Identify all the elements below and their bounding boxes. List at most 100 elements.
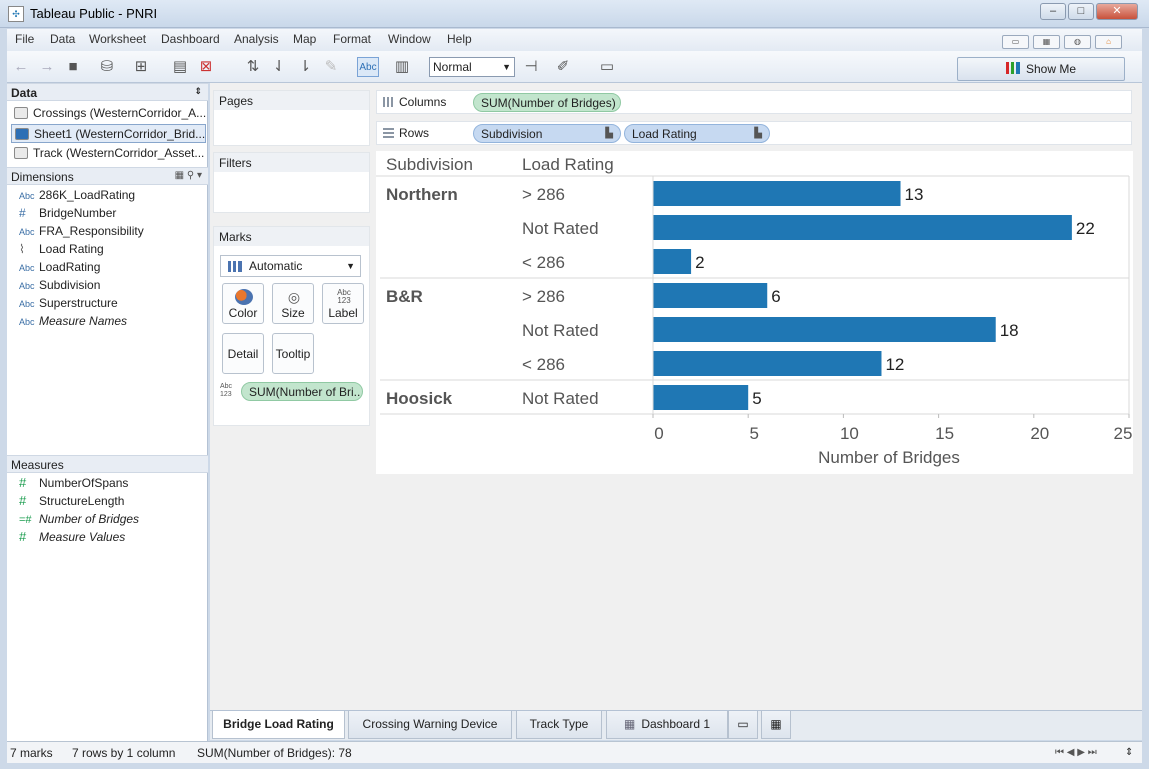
new-worksheet-icon[interactable]: ⊞: [131, 57, 151, 77]
detail-button[interactable]: Detail: [222, 333, 264, 374]
sort-icon[interactable]: ⇕: [194, 86, 202, 97]
pin-axis-icon[interactable]: ⊣: [521, 57, 541, 77]
sheet-navigation-icons[interactable]: ⏮ ◀ ▶ ⏭: [1055, 743, 1097, 763]
menu-analysis[interactable]: Analysis: [234, 32, 279, 46]
menu-dashboard[interactable]: Dashboard: [161, 32, 220, 46]
data-source-label: Crossings (WesternCorridor_A...: [33, 106, 206, 120]
dimensions-label: Dimensions: [11, 170, 74, 184]
field-label: Load Rating: [39, 242, 104, 256]
pages-card[interactable]: Pages: [213, 90, 370, 146]
data-source-sheet1[interactable]: Sheet1 (WesternCorridor_Brid...: [11, 124, 206, 143]
tab-crossing-warning-device[interactable]: Crossing Warning Device: [348, 711, 512, 739]
tooltip-button[interactable]: Tooltip: [272, 333, 314, 374]
sort-descending-icon[interactable]: ⇂: [295, 57, 315, 77]
fit-bars-icon[interactable]: ▥: [392, 57, 412, 77]
minimize-button[interactable]: –: [1040, 3, 1066, 20]
home-icon[interactable]: ⌂: [1095, 35, 1122, 49]
pill-label: Load Rating: [632, 127, 697, 141]
field-measure-values[interactable]: # Measure Values: [19, 529, 125, 545]
mark-type-select[interactable]: Automatic ▼: [220, 255, 361, 277]
menu-map[interactable]: Map: [293, 32, 316, 46]
fit-select[interactable]: Normal ▼: [429, 57, 515, 77]
menu-help[interactable]: Help: [447, 32, 472, 46]
sheet-sorter-icon[interactable]: ▦: [1033, 35, 1060, 49]
forward-icon[interactable]: →: [37, 57, 57, 77]
status-marks: 7 marks: [10, 746, 53, 760]
tab-track-type[interactable]: Track Type: [516, 711, 602, 739]
save-icon[interactable]: ■: [63, 57, 83, 77]
menu-data[interactable]: Data: [50, 32, 75, 46]
new-worksheet-tab-icon[interactable]: ▭: [728, 711, 758, 739]
annotate-pen-icon[interactable]: ✐: [553, 57, 573, 77]
columns-shelf[interactable]: Columns SUM(Number of Bridges): [376, 90, 1132, 114]
label-measure-pill[interactable]: SUM(Number of Bri..: [241, 382, 363, 401]
title-bar: ✣ Tableau Public - PNRI – □ ✕: [0, 0, 1149, 28]
menu-format[interactable]: Format: [333, 32, 371, 46]
status-bar: 7 marks 7 rows by 1 column SUM(Number of…: [7, 741, 1142, 763]
x-axis-tick-label: 10: [840, 424, 859, 443]
status-sum: SUM(Number of Bridges): 78: [197, 746, 352, 760]
database-icon[interactable]: ⛁: [97, 57, 117, 77]
field-loadrating[interactable]: Abc LoadRating: [19, 259, 100, 276]
measures-header: Measures: [7, 455, 208, 473]
columns-measure-pill[interactable]: SUM(Number of Bridges): [473, 93, 621, 112]
close-button[interactable]: ✕: [1096, 3, 1138, 20]
text-label-icon: Abc 123: [337, 288, 351, 305]
menu-worksheet[interactable]: Worksheet: [89, 32, 146, 46]
highlight-icon[interactable]: ✎: [321, 57, 341, 77]
x-axis-tick-label: 5: [749, 424, 758, 443]
bar-value-label: 5: [752, 389, 761, 408]
label-button[interactable]: Abc 123 Label: [322, 283, 364, 324]
field-bridgenumber[interactable]: # BridgeNumber: [19, 205, 116, 221]
size-icon: ◎: [287, 289, 301, 305]
field-load-rating-group[interactable]: ⌇ Load Rating: [19, 241, 104, 257]
show-me-button[interactable]: Show Me: [957, 57, 1125, 81]
presentation-icon[interactable]: ▭: [597, 57, 617, 77]
field-286k-loadrating[interactable]: Abc 286K_LoadRating: [19, 187, 135, 204]
status-rows: 7 rows by 1 column: [72, 746, 176, 760]
rows-shelf[interactable]: Rows Subdivision ▙ Load Rating ▙: [376, 121, 1132, 145]
field-numberofspans[interactable]: # NumberOfSpans: [19, 475, 128, 491]
maximize-button[interactable]: □: [1068, 3, 1094, 20]
size-button[interactable]: ◎ Size: [272, 283, 314, 324]
size-label: Size: [281, 306, 305, 320]
rows-icon: [383, 128, 394, 138]
data-source-track[interactable]: Track (WesternCorridor_Asset...: [11, 144, 206, 163]
tab-dashboard-1[interactable]: ▦ Dashboard 1: [606, 711, 728, 739]
menu-file[interactable]: File: [15, 32, 34, 46]
field-subdivision[interactable]: Abc Subdivision: [19, 277, 100, 294]
field-superstructure[interactable]: Abc Superstructure: [19, 295, 118, 312]
subdivision-label: Hoosick: [386, 389, 453, 408]
color-button[interactable]: Color: [222, 283, 264, 324]
back-icon[interactable]: ←: [11, 57, 31, 77]
field-label: Number of Bridges: [39, 512, 140, 526]
show-mark-labels-button[interactable]: Abc: [357, 57, 379, 77]
menu-window[interactable]: Window: [388, 32, 431, 46]
duplicate-sheet-icon[interactable]: ▤: [170, 57, 190, 77]
dimension-tools-icons[interactable]: ▦ ⚲ ▾: [175, 170, 202, 181]
swap-rows-columns-icon[interactable]: ⇅: [243, 57, 263, 77]
start-page-icon[interactable]: ▭: [1002, 35, 1029, 49]
load-rating-label: Not Rated: [522, 389, 599, 408]
x-axis-tick-label: 25: [1114, 424, 1133, 443]
data-source-icon[interactable]: ◍: [1064, 35, 1091, 49]
field-number-of-bridges[interactable]: =# Number of Bridges: [19, 511, 139, 528]
field-structurelength[interactable]: # StructureLength: [19, 493, 124, 509]
rows-label-text: Rows: [399, 126, 430, 140]
clear-sheet-icon[interactable]: ⊠: [196, 57, 216, 77]
tab-bridge-load-rating[interactable]: Bridge Load Rating: [212, 711, 345, 739]
field-fra-responsibility[interactable]: Abc FRA_Responsibility: [19, 223, 144, 240]
scroll-arrows-icon[interactable]: ⇕: [1125, 743, 1133, 763]
bar-chart-view: Subdivision Load Rating Northern > 286 13 Not…: [376, 151, 1133, 474]
chevron-down-icon: ▼: [502, 62, 511, 72]
bar-value-label: 13: [905, 185, 924, 204]
rows-load-rating-pill[interactable]: Load Rating ▙: [624, 124, 770, 143]
new-dashboard-tab-icon[interactable]: ▦: [761, 711, 791, 739]
filters-card[interactable]: Filters: [213, 152, 370, 213]
rows-subdivision-pill[interactable]: Subdivision ▙: [473, 124, 621, 143]
data-source-crossings[interactable]: Crossings (WesternCorridor_A...: [11, 104, 206, 123]
sort-ascending-icon[interactable]: ⇃: [269, 57, 289, 77]
marks-card: Marks Automatic ▼ Color ◎ Size Abc 123 La…: [213, 226, 370, 426]
number-type-icon: #: [19, 206, 26, 220]
field-measure-names[interactable]: Abc Measure Names: [19, 313, 127, 330]
